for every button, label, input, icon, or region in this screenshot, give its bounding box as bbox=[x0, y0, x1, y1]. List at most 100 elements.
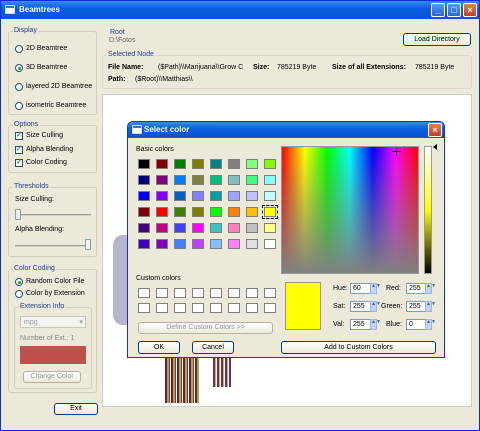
radio-3d-beamtree[interactable] bbox=[15, 64, 23, 72]
exit-button[interactable]: Exit bbox=[54, 403, 98, 415]
maximize-button[interactable]: □ bbox=[447, 3, 461, 17]
basic-color-swatch[interactable] bbox=[138, 159, 150, 169]
radio-random-color-file[interactable] bbox=[15, 278, 23, 286]
basic-color-swatch[interactable] bbox=[210, 175, 222, 185]
size-culling-checkbox[interactable]: ✓ bbox=[15, 132, 23, 140]
color-spectrum[interactable] bbox=[281, 146, 419, 274]
basic-color-swatch[interactable] bbox=[210, 223, 222, 233]
basic-color-swatch[interactable] bbox=[174, 239, 186, 249]
basic-color-swatch[interactable] bbox=[138, 191, 150, 201]
basic-color-swatch[interactable] bbox=[246, 239, 258, 249]
custom-color-swatch[interactable] bbox=[156, 303, 168, 313]
change-color-button[interactable]: Change Color bbox=[23, 371, 81, 383]
add-to-custom-colors-button[interactable]: Add to Custom Colors bbox=[281, 341, 436, 354]
custom-color-swatch[interactable] bbox=[192, 303, 204, 313]
basic-color-swatch[interactable] bbox=[262, 205, 278, 219]
alpha-blending-checkbox[interactable]: ✓ bbox=[15, 146, 23, 154]
basic-color-swatch[interactable] bbox=[264, 191, 276, 201]
custom-color-swatch[interactable] bbox=[264, 303, 276, 313]
basic-color-swatch[interactable] bbox=[228, 223, 240, 233]
custom-color-swatch[interactable] bbox=[210, 303, 222, 313]
minimize-button[interactable]: _ bbox=[431, 3, 445, 17]
radio-color-by-extension[interactable] bbox=[15, 290, 23, 298]
basic-color-swatch[interactable] bbox=[264, 175, 276, 185]
custom-color-swatch[interactable] bbox=[228, 288, 240, 298]
basic-color-swatch[interactable] bbox=[246, 191, 258, 201]
basic-color-swatch[interactable] bbox=[156, 207, 168, 217]
basic-color-swatch[interactable] bbox=[156, 223, 168, 233]
custom-color-swatch[interactable] bbox=[174, 303, 186, 313]
basic-color-swatch[interactable] bbox=[156, 159, 168, 169]
basic-color-swatch[interactable] bbox=[246, 207, 258, 217]
basic-color-swatch[interactable] bbox=[156, 175, 168, 185]
load-directory-button[interactable]: Load Directory bbox=[403, 33, 471, 46]
color-coding-checkbox[interactable]: ✓ bbox=[15, 159, 23, 167]
basic-color-swatch[interactable] bbox=[138, 223, 150, 233]
basic-color-swatch[interactable] bbox=[264, 239, 276, 249]
basic-color-swatch[interactable] bbox=[192, 207, 204, 217]
basic-color-swatch[interactable] bbox=[138, 175, 150, 185]
basic-color-swatch[interactable] bbox=[210, 239, 222, 249]
basic-color-swatch[interactable] bbox=[228, 191, 240, 201]
luminance-bar[interactable] bbox=[424, 146, 432, 274]
blue-spinner[interactable]: ▲▼ bbox=[425, 319, 436, 330]
basic-color-swatch[interactable] bbox=[138, 239, 150, 249]
sat-spinner[interactable]: ▲▼ bbox=[370, 301, 381, 312]
basic-color-swatch[interactable] bbox=[246, 223, 258, 233]
basic-color-swatch[interactable] bbox=[246, 175, 258, 185]
basic-color-swatch[interactable] bbox=[192, 239, 204, 249]
extension-combo[interactable]: mpg ▾ bbox=[20, 316, 86, 328]
custom-color-swatch[interactable] bbox=[138, 303, 150, 313]
custom-color-swatch[interactable] bbox=[138, 288, 150, 298]
basic-color-swatch[interactable] bbox=[192, 175, 204, 185]
custom-color-swatch[interactable] bbox=[192, 288, 204, 298]
custom-color-swatch[interactable] bbox=[264, 288, 276, 298]
dialog-close-button[interactable]: × bbox=[428, 123, 442, 137]
radio-2d-beamtree[interactable] bbox=[15, 45, 23, 53]
basic-color-swatch[interactable] bbox=[174, 223, 186, 233]
hue-spinner[interactable]: ▲▼ bbox=[370, 283, 381, 294]
custom-color-swatch[interactable] bbox=[174, 288, 186, 298]
custom-color-swatch[interactable] bbox=[246, 288, 258, 298]
define-custom-colors-button[interactable]: Define Custom Colors >> bbox=[138, 322, 273, 334]
basic-color-swatch[interactable] bbox=[228, 207, 240, 217]
basic-color-swatch[interactable] bbox=[228, 175, 240, 185]
size-culling-slider-track[interactable] bbox=[15, 214, 91, 216]
basic-color-swatch[interactable] bbox=[192, 159, 204, 169]
basic-color-swatch[interactable] bbox=[174, 207, 186, 217]
custom-color-swatch[interactable] bbox=[228, 303, 240, 313]
basic-color-swatch[interactable] bbox=[246, 159, 258, 169]
custom-color-swatch[interactable] bbox=[246, 303, 258, 313]
basic-color-swatch[interactable] bbox=[264, 159, 276, 169]
close-button[interactable]: × bbox=[463, 3, 477, 17]
basic-color-swatch[interactable] bbox=[228, 239, 240, 249]
basic-color-swatch[interactable] bbox=[264, 223, 276, 233]
red-spinner[interactable]: ▲▼ bbox=[425, 283, 436, 294]
basic-color-swatch[interactable] bbox=[156, 239, 168, 249]
radio-isometric-beamtree[interactable] bbox=[15, 102, 23, 110]
custom-color-swatch[interactable] bbox=[210, 288, 222, 298]
ok-button[interactable]: OK bbox=[138, 341, 180, 354]
basic-color-swatch[interactable] bbox=[192, 191, 204, 201]
basic-color-swatch[interactable] bbox=[138, 207, 150, 217]
basic-color-swatch[interactable] bbox=[210, 191, 222, 201]
custom-color-swatch[interactable] bbox=[156, 288, 168, 298]
alpha-slider-track[interactable] bbox=[15, 245, 91, 247]
radio-layered-2d-beamtree[interactable] bbox=[15, 83, 23, 91]
basic-color-swatch[interactable] bbox=[174, 159, 186, 169]
basic-color-swatch[interactable] bbox=[174, 175, 186, 185]
val-spinner[interactable]: ▲▼ bbox=[370, 319, 381, 330]
app-icon bbox=[5, 5, 15, 14]
basic-color-swatch[interactable] bbox=[174, 191, 186, 201]
basic-color-swatch[interactable] bbox=[156, 191, 168, 201]
path-label: Path: bbox=[108, 76, 126, 83]
basic-color-swatch[interactable] bbox=[192, 223, 204, 233]
size-culling-slider-thumb[interactable] bbox=[15, 209, 21, 220]
cancel-button[interactable]: Cancel bbox=[192, 341, 234, 354]
basic-color-swatch[interactable] bbox=[228, 159, 240, 169]
green-spinner[interactable]: ▲▼ bbox=[425, 301, 436, 312]
basic-color-swatch[interactable] bbox=[210, 159, 222, 169]
basic-color-swatch[interactable] bbox=[210, 207, 222, 217]
luminance-arrow-icon[interactable] bbox=[433, 144, 437, 150]
alpha-slider-thumb[interactable] bbox=[85, 239, 91, 250]
